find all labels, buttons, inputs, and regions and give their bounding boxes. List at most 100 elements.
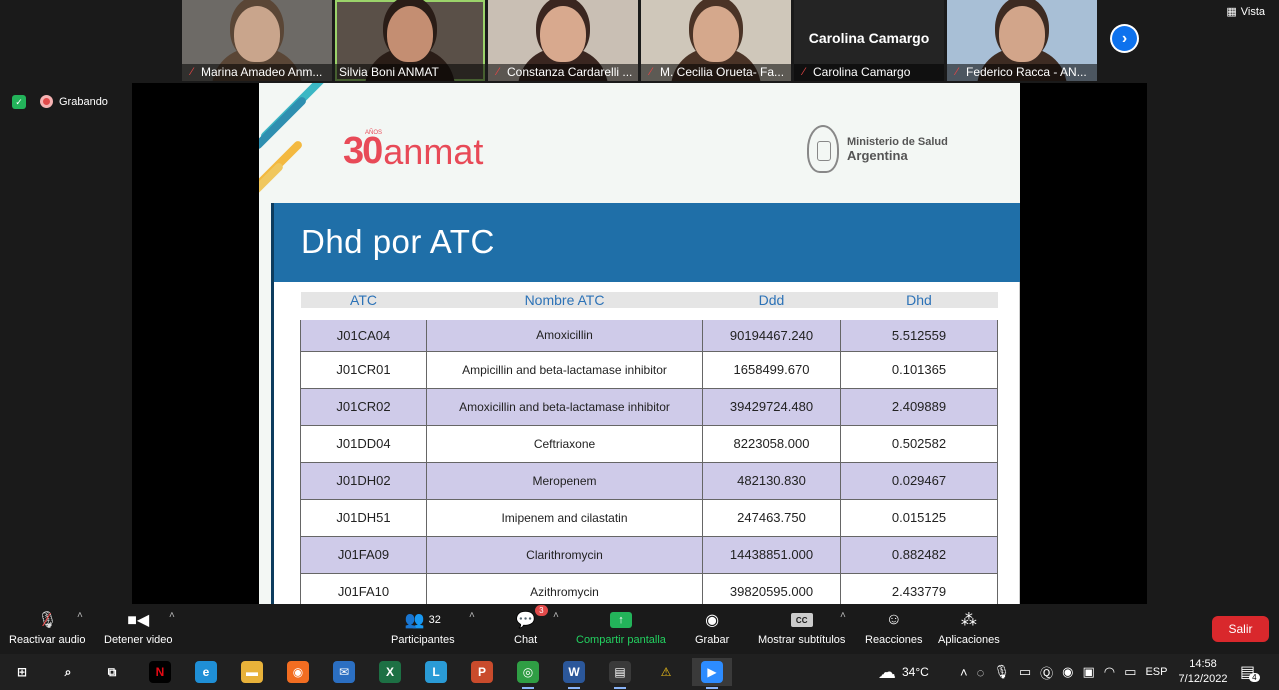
audio-options-chevron-icon[interactable]: ˄ xyxy=(77,610,83,621)
participants-button[interactable]: 👥 32 Participantes xyxy=(391,610,455,646)
participant-name-label: ⁄ M. Cecilia Orueta- Fa... xyxy=(641,64,791,81)
ministry-logo: Ministerio de Salud Argentina xyxy=(807,125,948,173)
taskbar-word[interactable]: W xyxy=(554,658,594,689)
video-camera-icon: ■◀ xyxy=(127,612,150,629)
participant-video xyxy=(999,6,1045,62)
wifi-icon[interactable]: ◠ xyxy=(1104,664,1115,680)
atc-table: ATC Nombre ATC Ddd Dhd J01CA04 Amoxicilli… xyxy=(300,292,998,604)
participant-tile[interactable]: ⁄ Marina Amadeo Anm... xyxy=(182,0,332,81)
weather-widget[interactable]: ☁ 34°C xyxy=(878,654,929,690)
reactions-button[interactable]: ☺ Reacciones xyxy=(865,610,922,646)
word-icon: W xyxy=(563,661,585,683)
table-row: J01DH51 Imipenem and cilastatin 247463.750… xyxy=(300,498,998,537)
share-screen-button[interactable]: ↑ Compartir pantalla xyxy=(576,610,666,646)
apps-button[interactable]: ⁂ Aplicaciones xyxy=(938,610,1000,646)
microphone-icon[interactable]: 🎙 xyxy=(993,664,1010,680)
presentation-slide: AÑOS 30 anmat Ministerio de Salud Argent… xyxy=(259,83,1020,604)
record-button[interactable]: ◉ Grabar xyxy=(695,610,729,646)
task-view-icon: ⧉ xyxy=(101,661,123,683)
table-row: J01CA04 Amoxicillin 90194467.240 5.512559 xyxy=(300,313,998,352)
slide-title: Dhd por ATC xyxy=(301,223,495,260)
taskbar-powerpoint[interactable]: P xyxy=(462,658,502,686)
participant-tile[interactable]: ⁄ Federico Racca - AN... xyxy=(947,0,1097,81)
taskbar-netflix[interactable]: N xyxy=(140,658,180,686)
leave-meeting-button[interactable]: Salir xyxy=(1212,616,1269,642)
recording-indicator[interactable]: Grabando xyxy=(40,95,108,108)
subtitles-options-chevron-icon[interactable]: ˄ xyxy=(840,610,846,621)
participants-count: 32 xyxy=(428,614,441,626)
participant-name-label: Silvia Boni ANMAT xyxy=(335,64,485,81)
cell-atc: J01FA09 xyxy=(300,535,427,574)
chevron-right-icon: › xyxy=(1112,26,1137,51)
battery-icon[interactable]: ▭ xyxy=(1124,664,1136,680)
taskbar-firefox[interactable]: ◉ xyxy=(278,658,318,686)
table-row: J01FA09 Clarithromycin 14438851.000 0.88248… xyxy=(300,535,998,574)
taskbar-search[interactable]: ⌕ xyxy=(48,658,88,686)
participant-tile[interactable]: Silvia Boni ANMAT xyxy=(335,0,485,81)
taskbar-task-view[interactable]: ⧉ xyxy=(92,658,132,686)
table-panel: ATC Nombre ATC Ddd Dhd J01CA04 Amoxicilli… xyxy=(271,282,1020,604)
mic-muted-icon: ⁄ xyxy=(191,66,193,78)
participants-options-chevron-icon[interactable]: ˄ xyxy=(469,610,475,621)
participant-avatar-name: Carolina Camargo xyxy=(808,30,930,46)
cell-nombre-atc: Ceftriaxone xyxy=(426,424,703,463)
shared-screen: AÑOS 30 anmat Ministerio de Salud Argent… xyxy=(132,83,1147,604)
security-shield-icon[interactable]: ✓ xyxy=(12,95,26,109)
notifications-button[interactable]: ▤ 4 xyxy=(1240,654,1260,690)
taskbar-edge[interactable]: e xyxy=(186,658,226,686)
explorer-icon: ▬ xyxy=(241,661,263,683)
subtitles-button[interactable]: CC Mostrar subtítulos xyxy=(758,610,845,646)
cell-dhd: 0.101365 xyxy=(840,350,998,389)
zoom-tray-icon[interactable]: ◉ xyxy=(1062,664,1073,680)
taskbar-explorer[interactable]: ▬ xyxy=(232,658,272,686)
participant-video xyxy=(234,6,280,62)
warning-icon: ⚠ xyxy=(655,661,677,683)
ministry-line2: Argentina xyxy=(847,147,908,163)
cell-dhd: 2.433779 xyxy=(840,572,998,604)
taskbar-warning[interactable]: ⚠ xyxy=(646,658,686,686)
participant-video xyxy=(387,6,433,62)
powerpoint-icon: P xyxy=(471,661,493,683)
cell-atc: J01DH02 xyxy=(300,461,427,500)
taskbar-start[interactable]: ⊞ xyxy=(2,658,42,686)
participant-video xyxy=(540,6,586,62)
chat-options-chevron-icon[interactable]: ˄ xyxy=(553,610,559,621)
chat-button[interactable]: 💬 3 Chat xyxy=(514,605,548,646)
video-options-chevron-icon[interactable]: ˄ xyxy=(169,610,175,621)
cell-nombre-atc: Imipenem and cilastatin xyxy=(426,498,703,537)
participant-tile[interactable]: ⁄ Constanza Cardarelli ... xyxy=(488,0,638,81)
screen-icon[interactable]: ▭ xyxy=(1019,664,1031,680)
participant-name: Marina Amadeo Anm... xyxy=(201,65,323,79)
taskbar-mail[interactable]: ✉ xyxy=(324,658,364,686)
participant-tile[interactable]: Carolina Camargo ⁄ Carolina Camargo xyxy=(794,0,944,81)
cell-dhd: 0.502582 xyxy=(840,424,998,463)
clock[interactable]: 14:58 7/12/2022 xyxy=(1170,657,1236,687)
header-nombre-atc: Nombre ATC xyxy=(426,292,703,320)
next-participants-button[interactable]: › xyxy=(1110,24,1139,53)
cell-nombre-atc: Azithromycin xyxy=(426,572,703,604)
taskbar-chrome[interactable]: ◎ xyxy=(508,658,548,689)
cell-atc: J01DH51 xyxy=(300,498,427,537)
participant-name: M. Cecilia Orueta- Fa... xyxy=(660,65,785,79)
tray-app-icon[interactable]: ◌ xyxy=(977,665,985,680)
cloud-icon: ☁ xyxy=(878,661,896,682)
unmute-button[interactable]: 🎙 ⁄ Reactivar audio xyxy=(9,610,85,647)
view-button[interactable]: ▦ Vista xyxy=(1226,5,1265,19)
participant-tile[interactable]: ⁄ M. Cecilia Orueta- Fa... xyxy=(641,0,791,81)
language-indicator[interactable]: ESP xyxy=(1145,666,1167,678)
edge-icon: e xyxy=(195,661,217,683)
taskbar-zoom[interactable]: ▶ xyxy=(692,658,732,689)
monitor-icon[interactable]: ▣ xyxy=(1083,664,1095,680)
quicktime-icon[interactable]: Ⓠ xyxy=(1040,663,1053,682)
tray-chevron-icon[interactable]: ˄ xyxy=(960,665,968,680)
cell-ddd: 14438851.000 xyxy=(702,535,841,574)
logo-anos: AÑOS xyxy=(365,130,383,136)
stop-video-button[interactable]: ■◀ Detener video xyxy=(104,610,173,646)
mic-muted-icon: ⁄ xyxy=(497,66,499,78)
taskbar-whiteboard[interactable]: ▤ xyxy=(600,658,640,689)
zoom-meeting-window: ⁄ Marina Amadeo Anm... Silvia Boni ANMAT ⁄ C… xyxy=(0,0,1279,690)
participant-name-label: ⁄ Federico Racca - AN... xyxy=(947,64,1097,81)
participant-name: Silvia Boni ANMAT xyxy=(339,65,439,79)
taskbar-excel[interactable]: X xyxy=(370,658,410,686)
taskbar-l-app[interactable]: L xyxy=(416,658,456,686)
